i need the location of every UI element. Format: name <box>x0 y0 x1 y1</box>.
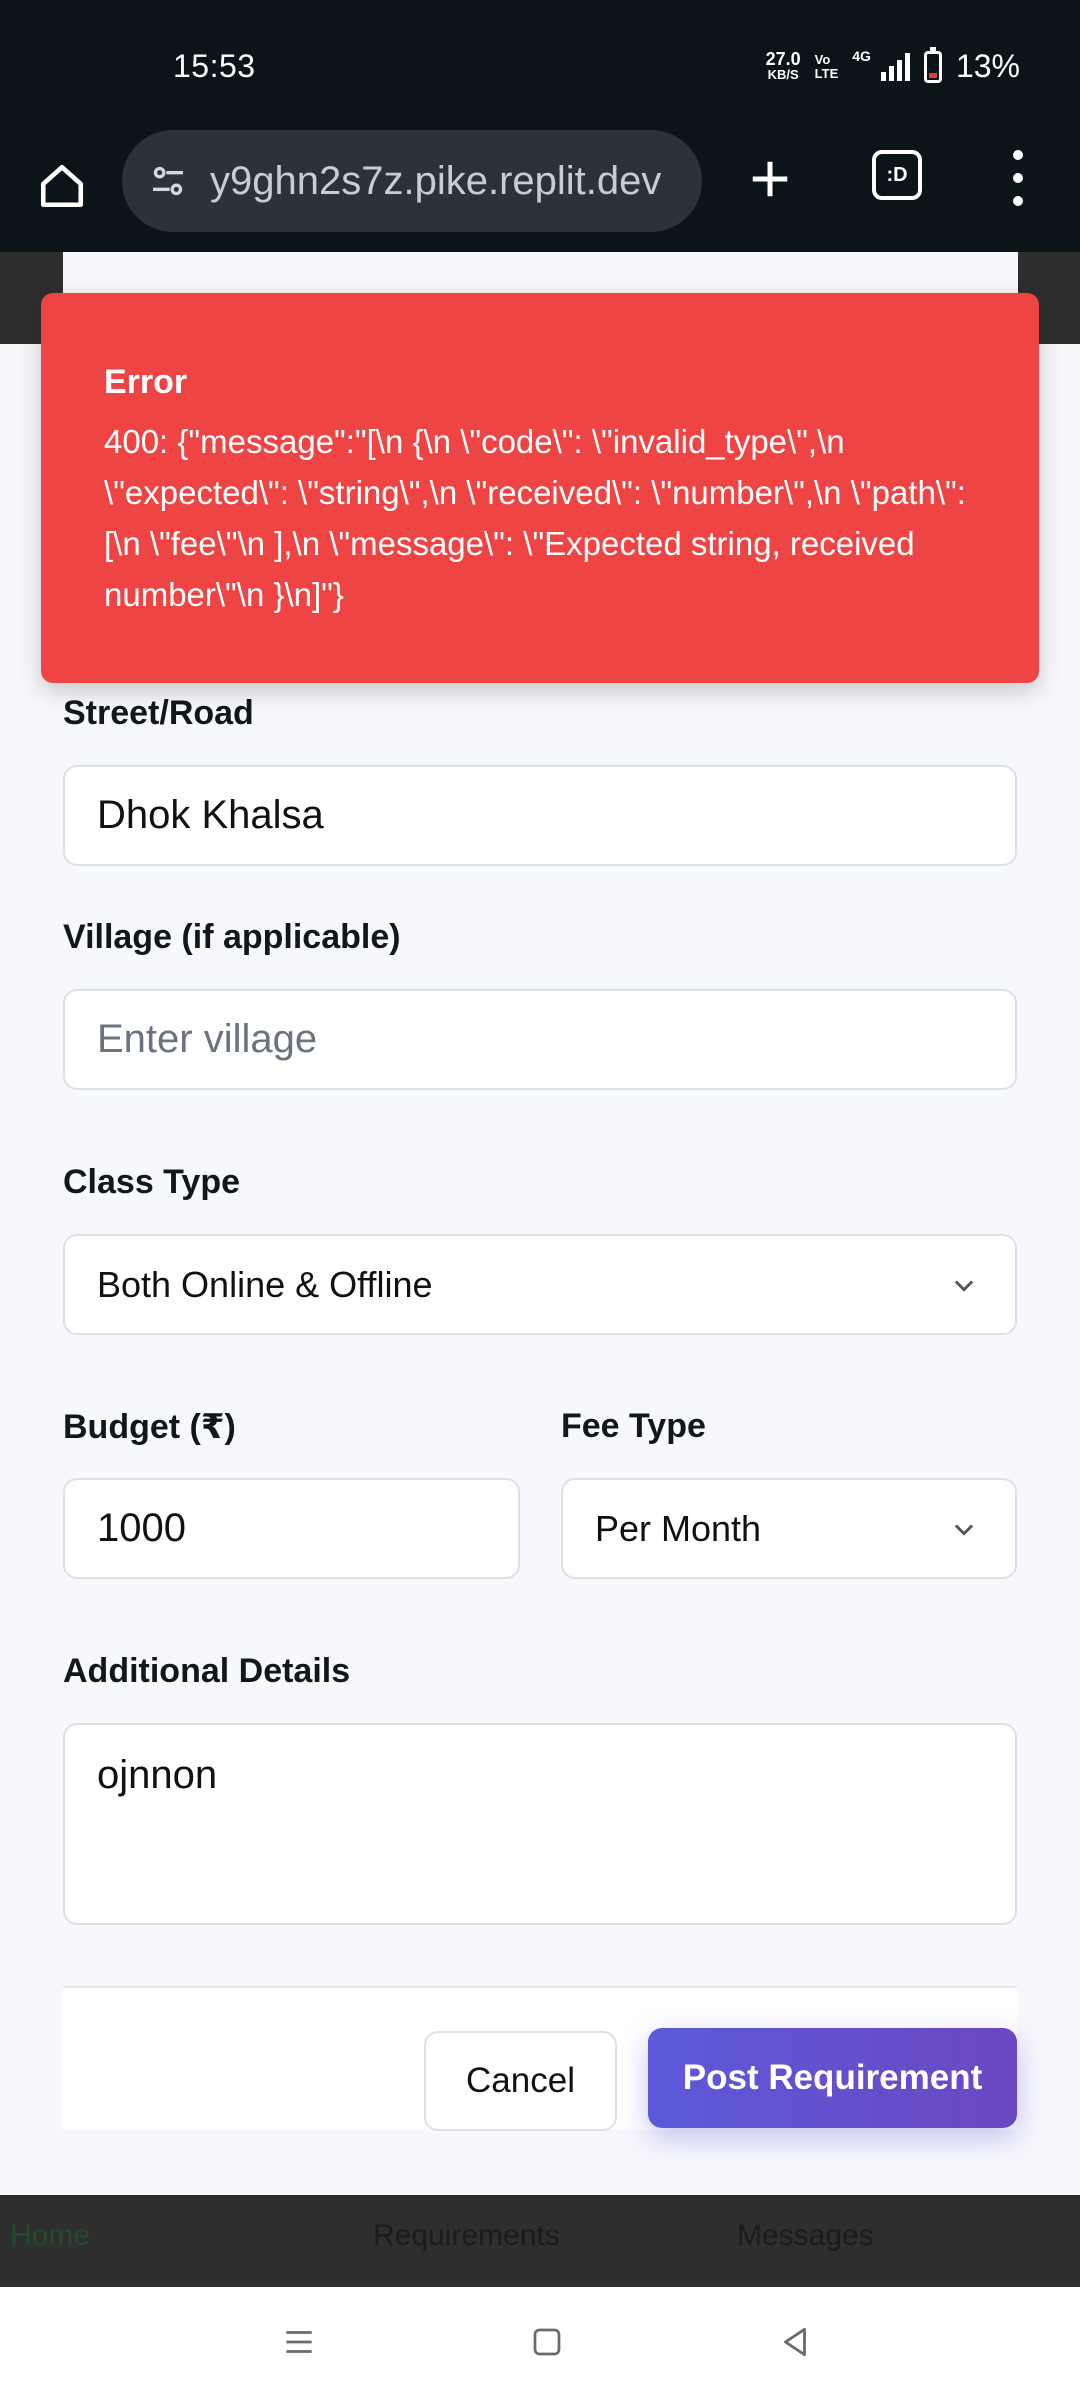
network-speed: 27.0 KB/S <box>765 48 801 83</box>
post-requirement-button[interactable]: Post Requirement <box>648 2028 1017 2128</box>
street-label: Street/Road <box>63 694 254 732</box>
toast-title: Error <box>104 363 188 401</box>
battery-percent: 13% <box>955 48 1020 84</box>
network-type: 4G <box>852 48 871 64</box>
class-type-select[interactable]: Both Online & Offline <box>63 1234 1017 1335</box>
village-label: Village (if applicable) <box>63 918 401 956</box>
volte-bottom-text: LTE <box>814 65 839 81</box>
budget-label: Budget (₹) <box>63 1408 236 1446</box>
chevron-down-icon <box>949 1514 979 1544</box>
toast-message: 400: {"message":"[\n {\n \"code\": \"inv… <box>104 423 976 613</box>
signal-icon <box>880 52 910 81</box>
status-indicators: 27.0 KB/S Vo LTE 4G 13% <box>765 46 1020 85</box>
home-button[interactable] <box>28 152 96 220</box>
details-label: Additional Details <box>63 1652 351 1690</box>
fee-type-select[interactable]: Per Month <box>561 1478 1017 1579</box>
back-triangle-icon <box>784 2327 806 2357</box>
chevron-down-icon <box>949 1270 979 1300</box>
volte-indicator: Vo LTE <box>814 51 839 81</box>
browser-toolbar: y9ghn2s7z.pike.replit.dev :D <box>0 130 1080 252</box>
fee-type-label: Fee Type <box>561 1407 706 1445</box>
url-text: y9ghn2s7z.pike.replit.dev <box>210 158 662 203</box>
village-input[interactable]: Enter village <box>63 989 1017 1090</box>
home-nav-button[interactable] <box>522 2317 572 2367</box>
status-bar: 15:53 27.0 KB/S Vo LTE 4G 13% <box>0 0 1080 130</box>
budget-input[interactable]: 1000 <box>63 1478 520 1579</box>
square-icon <box>533 2328 561 2356</box>
battery-icon <box>923 46 942 83</box>
network-speed-unit: KB/S <box>767 66 799 82</box>
details-textarea[interactable]: ojnnon <box>63 1723 1017 1925</box>
nav-messages[interactable]: Messages <box>737 2219 874 2253</box>
back-button[interactable] <box>770 2317 820 2367</box>
cancel-button[interactable]: Cancel <box>424 2031 617 2131</box>
nav-home[interactable]: Home <box>10 2219 90 2253</box>
street-input[interactable]: Dhok Khalsa <box>63 765 1017 866</box>
recents-button[interactable] <box>274 2317 324 2367</box>
plus-icon <box>752 161 788 197</box>
menu-lines-icon <box>286 2331 312 2353</box>
address-bar[interactable]: y9ghn2s7z.pike.replit.dev <box>122 130 702 232</box>
fee-type-value: Per Month <box>595 1507 762 1549</box>
system-nav-bar <box>0 2287 1080 2400</box>
tab-switcher-button[interactable]: :D <box>872 150 922 200</box>
class-type-label: Class Type <box>63 1163 241 1201</box>
new-tab-button[interactable] <box>735 144 805 214</box>
home-icon <box>40 164 84 208</box>
network-speed-value: 27.0 <box>765 48 801 69</box>
browser-menu-button[interactable] <box>1000 150 1036 206</box>
site-settings-icon[interactable] <box>140 153 196 209</box>
nav-requirements[interactable]: Requirements <box>373 2219 560 2253</box>
app-bottom-nav: Home Requirements Messages <box>0 2195 1080 2287</box>
error-toast[interactable]: Error 400: {"message":"[\n {\n \"code\":… <box>41 293 1039 683</box>
class-type-value: Both Online & Offline <box>97 1263 433 1305</box>
volte-top-text: Vo <box>814 51 831 67</box>
status-time: 15:53 <box>173 48 256 84</box>
